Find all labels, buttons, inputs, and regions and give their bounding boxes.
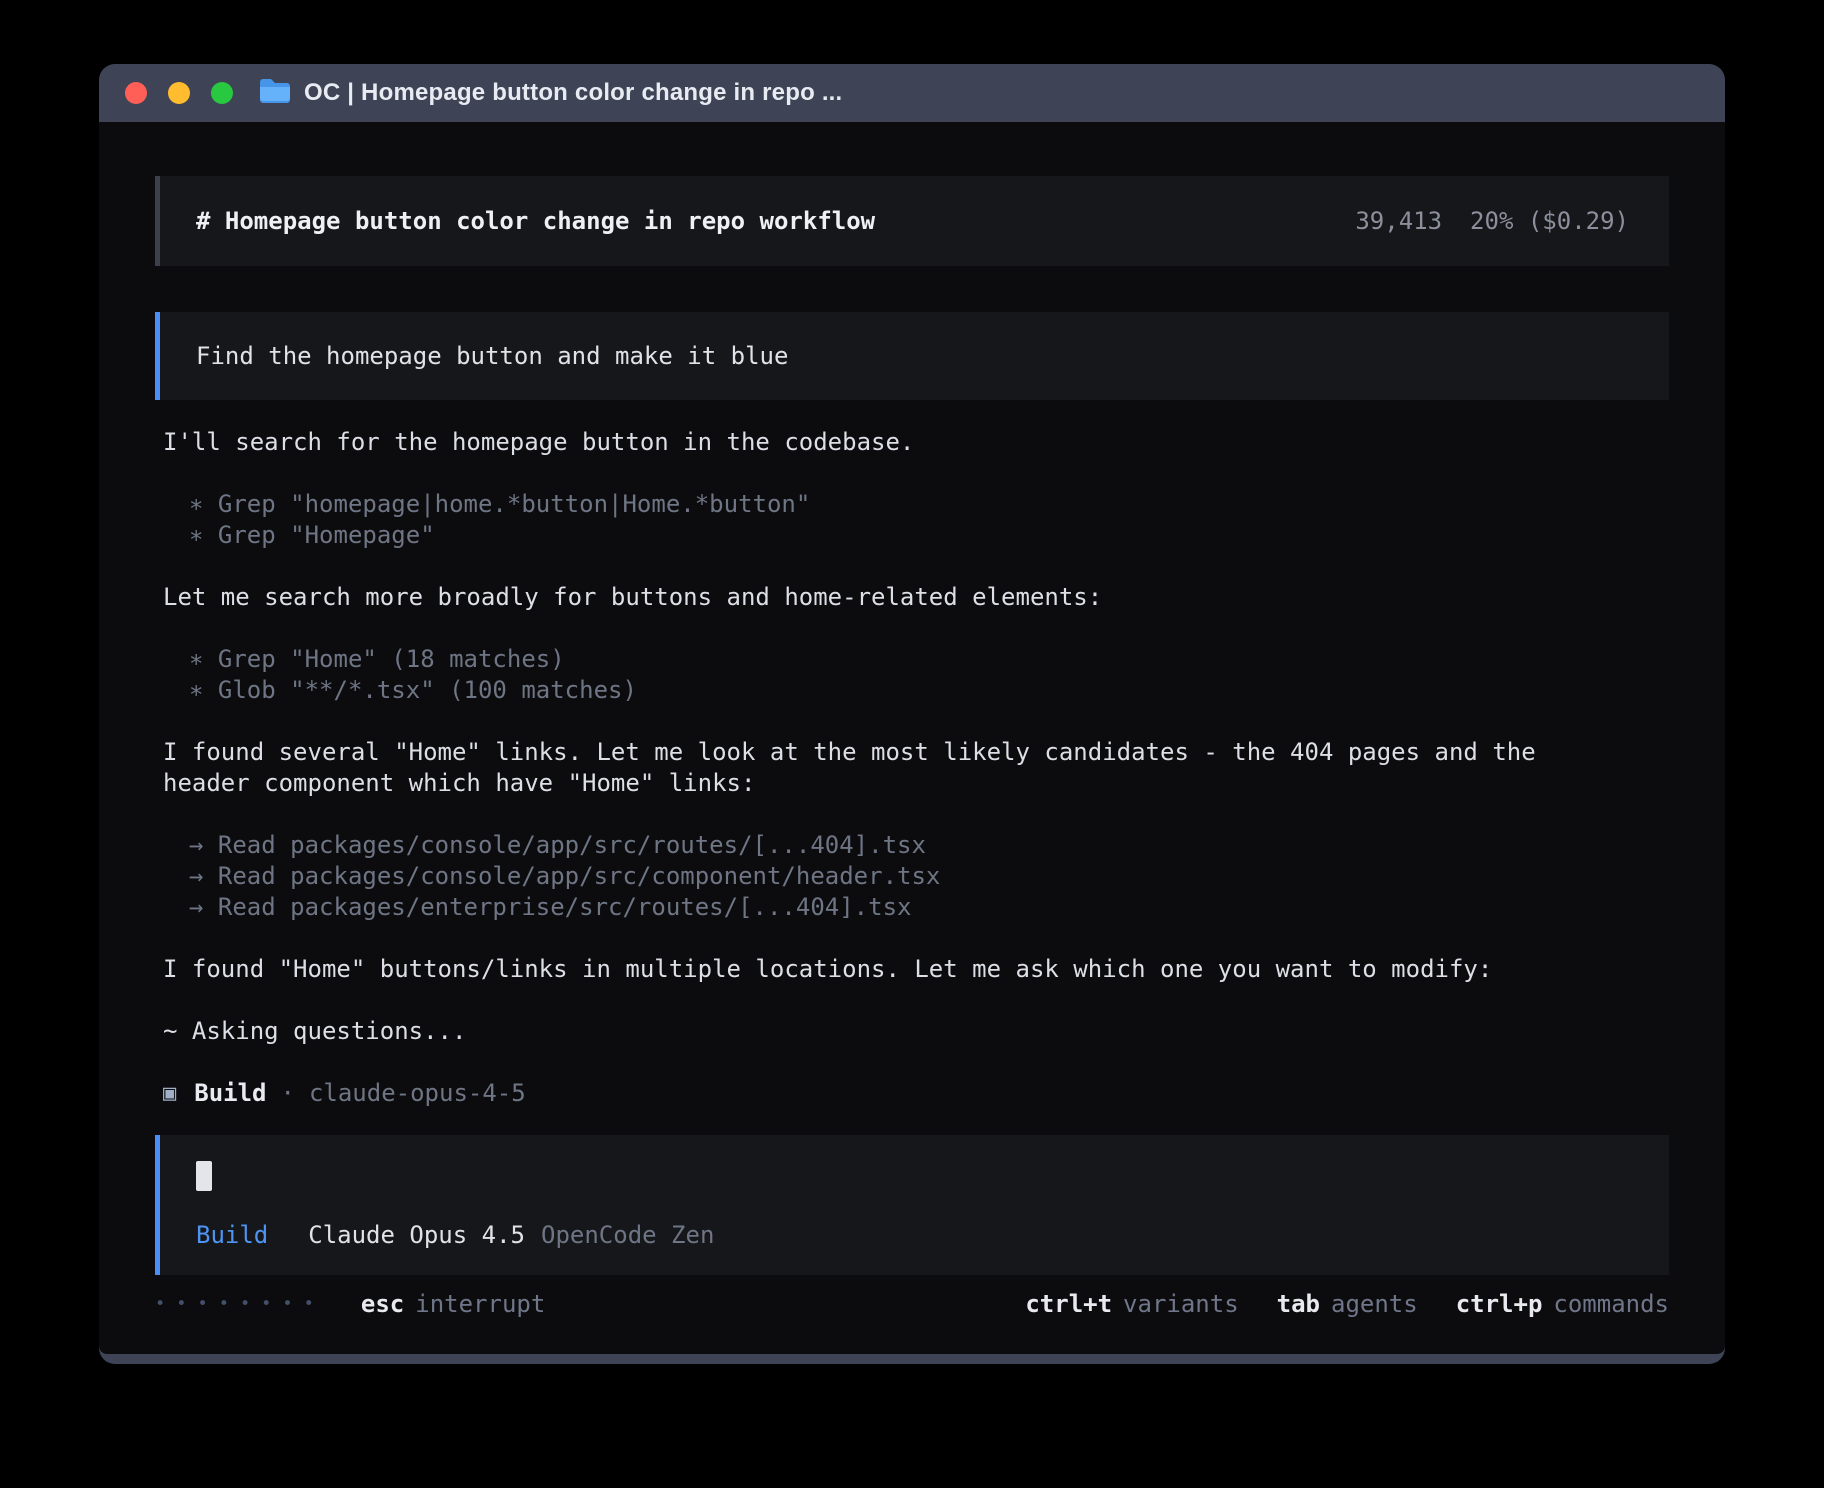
assistant-text: I found several "Home" links. Let me loo… — [163, 737, 1583, 799]
hint-variants: ctrl+t variants — [1025, 1289, 1238, 1320]
terminal-content: # Homepage button color change in repo w… — [99, 122, 1725, 1354]
tool-call-grep: ∗ Grep "homepage|home.*button|Home.*butt… — [189, 489, 1669, 520]
agents-label: agents — [1331, 1290, 1418, 1318]
separator-dot: · — [281, 1078, 295, 1109]
tab-key: tab — [1277, 1290, 1320, 1318]
input-model-label: Claude Opus 4.5 — [308, 1220, 525, 1251]
variants-label: variants — [1123, 1290, 1239, 1318]
input-agent-label: Build — [196, 1220, 268, 1251]
terminal-window: OC | Homepage button color change in rep… — [99, 64, 1725, 1364]
folder-icon — [259, 78, 291, 108]
user-message-text: Find the homepage button and make it blu… — [196, 341, 788, 372]
shortcut-hints: ctrl+t variants tab agents ctrl+p commands — [1025, 1289, 1669, 1320]
text-cursor — [196, 1161, 212, 1191]
agent-badge-icon: ▣ — [163, 1078, 176, 1109]
tool-call-group: → Read packages/console/app/src/routes/[… — [163, 830, 1669, 923]
hint-interrupt: esc interrupt — [361, 1289, 545, 1320]
assistant-text: Let me search more broadly for buttons a… — [163, 582, 1669, 613]
tool-call-grep: ∗ Grep "Home" (18 matches) — [189, 644, 1669, 675]
agent-name: Build — [194, 1078, 266, 1109]
assistant-text: I'll search for the homepage button in t… — [163, 427, 1669, 458]
session-header: # Homepage button color change in repo w… — [155, 176, 1669, 266]
assistant-text: I found "Home" buttons/links in multiple… — [163, 954, 1669, 985]
spinner-dots: •••••••• — [155, 1289, 325, 1320]
input-meta: Build Claude Opus 4.5 OpenCode Zen — [196, 1220, 1629, 1251]
conversation: I'll search for the homepage button in t… — [163, 427, 1669, 1109]
window-controls — [125, 82, 233, 104]
session-title: # Homepage button color change in repo w… — [196, 206, 875, 237]
tool-call-group: ∗ Grep "homepage|home.*button|Home.*butt… — [163, 489, 1669, 551]
agent-model: claude-opus-4-5 — [309, 1078, 526, 1109]
tool-call-group: ∗ Grep "Home" (18 matches) ∗ Glob "**/*.… — [163, 644, 1669, 706]
minimize-button[interactable] — [168, 82, 190, 104]
agent-status-line: ▣ Build · claude-opus-4-5 — [163, 1078, 1669, 1109]
input-provider-label: OpenCode Zen — [541, 1220, 714, 1251]
window-title: OC | Homepage button color change in rep… — [304, 79, 842, 107]
session-stats: 39,413 20% ($0.29) — [1355, 206, 1629, 237]
esc-label: interrupt — [415, 1290, 545, 1318]
status-bar: •••••••• esc interrupt ctrl+t variants tab… — [155, 1275, 1669, 1320]
hint-commands: ctrl+p commands — [1456, 1289, 1669, 1320]
esc-key: esc — [361, 1290, 404, 1318]
commands-label: commands — [1553, 1290, 1669, 1318]
context-usage: 20% ($0.29) — [1470, 206, 1629, 237]
titlebar: OC | Homepage button color change in rep… — [99, 64, 1725, 122]
tool-call-read: → Read packages/console/app/src/routes/[… — [189, 830, 1669, 861]
zoom-button[interactable] — [211, 82, 233, 104]
tool-call-grep: ∗ Grep "Homepage" — [189, 520, 1669, 551]
asking-questions-status: ~ Asking questions... — [163, 1016, 1669, 1047]
close-button[interactable] — [125, 82, 147, 104]
tool-call-glob: ∗ Glob "**/*.tsx" (100 matches) — [189, 675, 1669, 706]
token-count: 39,413 — [1355, 206, 1442, 237]
hint-agents: tab agents — [1277, 1289, 1418, 1320]
tool-call-read: → Read packages/enterprise/src/routes/[.… — [189, 892, 1669, 923]
ctrl-p-key: ctrl+p — [1456, 1290, 1543, 1318]
tool-call-read: → Read packages/console/app/src/componen… — [189, 861, 1669, 892]
user-message: Find the homepage button and make it blu… — [155, 312, 1669, 400]
ctrl-t-key: ctrl+t — [1025, 1290, 1112, 1318]
prompt-input[interactable]: Build Claude Opus 4.5 OpenCode Zen — [155, 1135, 1669, 1275]
